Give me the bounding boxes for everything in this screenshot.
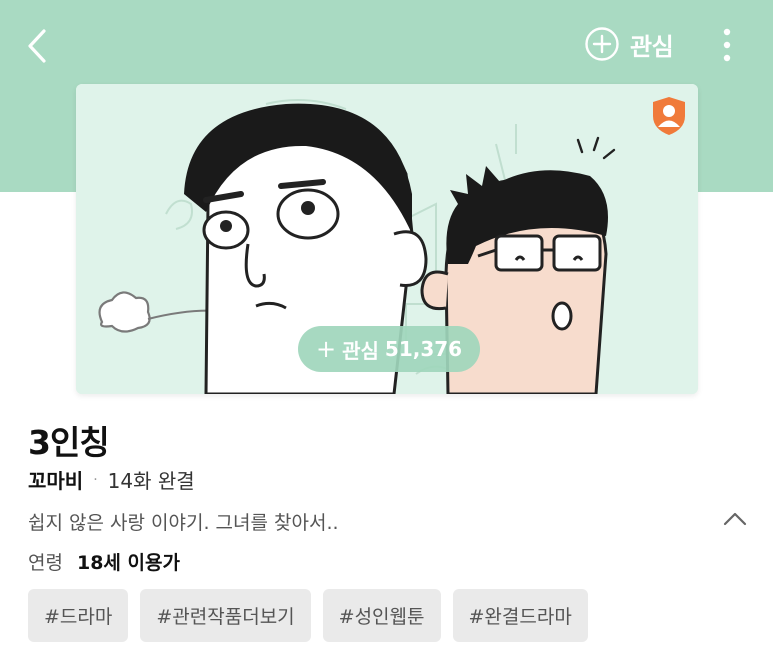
tag-list: #드라마 #관련작품더보기 #성인웹툰 #완결드라마 [28, 589, 588, 642]
tag-chip[interactable]: #드라마 [28, 589, 129, 642]
age-rating-row: 연령 18세 이용가 [28, 548, 180, 575]
favorite-button[interactable]: 관심 [584, 24, 674, 64]
webtoon-title: 3인칭 [28, 423, 110, 462]
age-rating-label: 연령 [28, 552, 63, 574]
meta-separator: · [93, 471, 98, 488]
subscribe-label: 관심 [342, 338, 379, 363]
age-rating-value: 18세 이용가 [76, 552, 180, 574]
plus-circle-icon [585, 27, 619, 61]
more-options-button[interactable] [712, 24, 742, 66]
favorite-label: 관심 [630, 32, 674, 61]
tag-chip[interactable]: #완결드라마 [452, 589, 588, 642]
tag-chip[interactable]: #성인웹툰 [322, 589, 441, 642]
tag-chip[interactable]: #관련작품더보기 [140, 589, 311, 642]
back-button[interactable] [22, 26, 52, 66]
collapse-synopsis-button[interactable] [720, 504, 750, 534]
chevron-left-icon [28, 29, 46, 63]
webtoon-meta: 꼬마비 · 14화 완결 [28, 465, 195, 494]
subscriber-count: 51,376 [384, 337, 463, 361]
episode-status: 14화 완결 [107, 469, 195, 493]
kebab-vertical-icon [723, 28, 731, 62]
chevron-up-icon [723, 512, 747, 526]
author-link[interactable]: 꼬마비 [28, 465, 83, 494]
adult-only-icon [653, 97, 685, 135]
plus-icon: + [316, 335, 337, 363]
synopsis-text: 쉽지 않은 사랑 이야기. 그녀를 찾아서.. [28, 512, 339, 534]
subscriber-count-badge: + 관심 51,376 [298, 326, 481, 372]
webtoon-thumbnail[interactable]: + 관심 51,376 [76, 84, 698, 394]
